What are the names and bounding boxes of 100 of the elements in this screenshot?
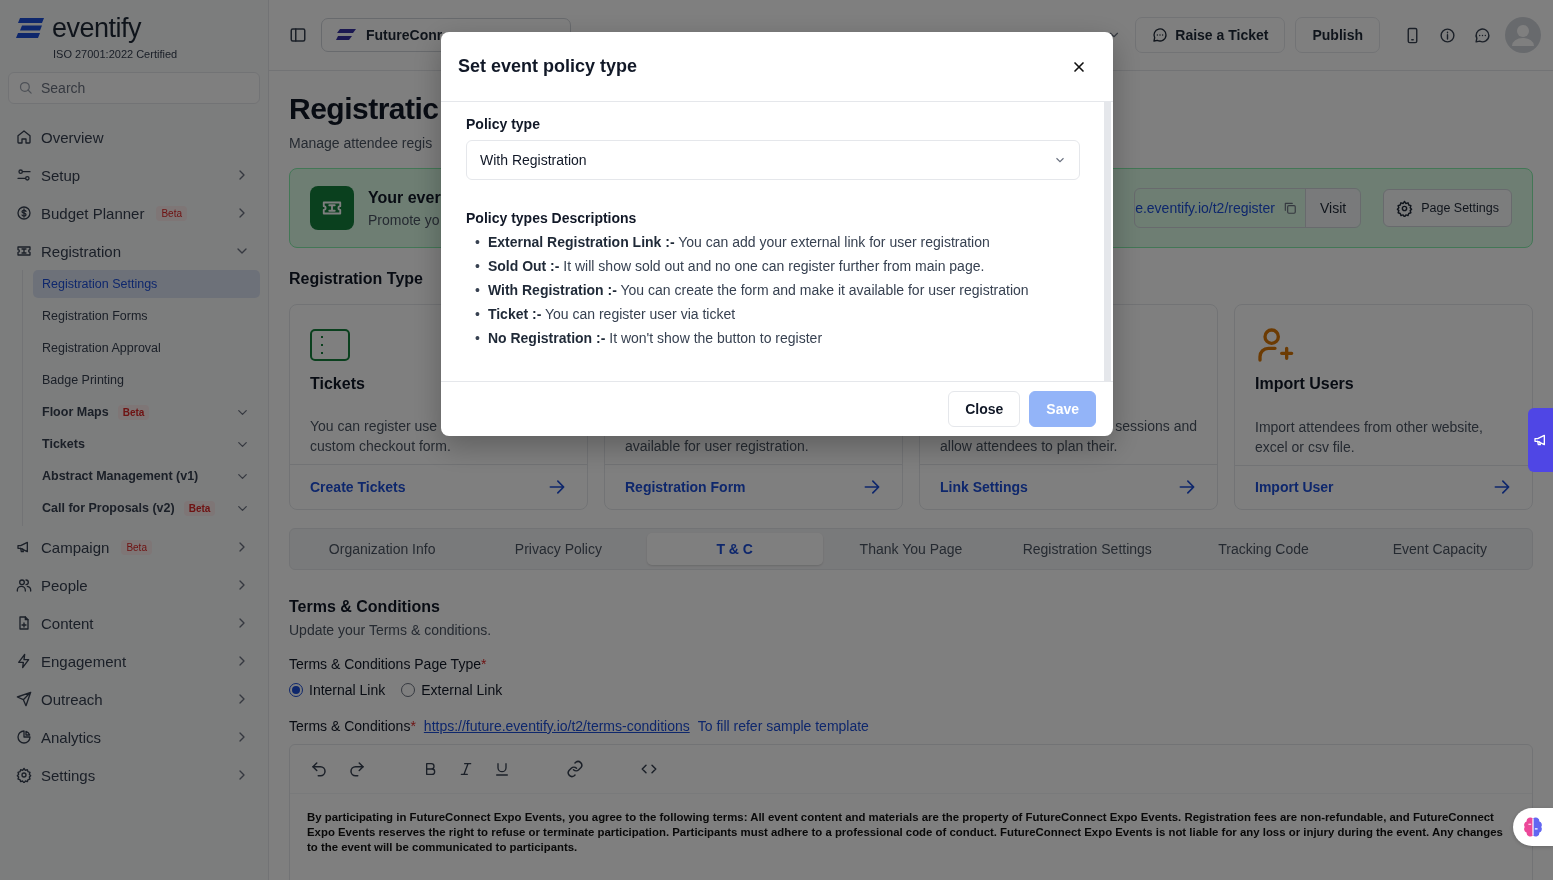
event-logo-icon <box>336 29 356 41</box>
banner-title: Your ever <box>368 188 441 207</box>
copy-icon[interactable] <box>1282 201 1297 215</box>
nav-item[interactable]: Campaign Beta <box>0 528 268 566</box>
nav-subitem[interactable]: Registration Forms <box>33 302 260 330</box>
card-description: Import attendees from other website, <box>1255 417 1484 437</box>
section-subtitle: Update your Terms & conditions. <box>289 622 492 638</box>
file-icon <box>16 615 32 631</box>
bullet-mark: • <box>475 233 480 252</box>
nav-subitem[interactable]: Abstract Management (v1) <box>33 462 260 490</box>
zap-icon <box>16 653 32 669</box>
undo-icon[interactable] <box>310 760 328 778</box>
feedback-tab[interactable] <box>1528 408 1553 472</box>
redo-icon[interactable] <box>348 760 366 778</box>
gear-icon <box>16 767 32 783</box>
pie-icon <box>16 729 32 745</box>
certification-text: ISO 27001:2022 Certified <box>52 47 179 60</box>
beta-badge: Beta <box>117 404 150 420</box>
card-description: allow attendees to plan their. <box>940 437 1119 457</box>
brain-icon[interactable] <box>1522 816 1544 838</box>
nav-item[interactable]: Content <box>0 604 268 642</box>
card-action-link[interactable]: Import User <box>1255 479 1334 496</box>
nav-item[interactable]: People <box>0 566 268 604</box>
settings-tab[interactable]: Tracking Code <box>1175 533 1352 565</box>
underline-icon[interactable] <box>494 761 510 777</box>
visit-button[interactable]: Visit <box>1304 189 1361 227</box>
ticket-icon <box>310 328 350 361</box>
close-button[interactable]: Close <box>948 391 1021 427</box>
bullet-mark: • <box>475 305 480 324</box>
card-description: custom checkout form. <box>310 437 452 457</box>
beta-badge: Beta <box>156 205 187 221</box>
beta-badge: Beta <box>121 539 152 555</box>
radio-label: Internal Link <box>309 682 386 698</box>
publish-button[interactable]: Publish <box>1295 17 1380 53</box>
logo-text: eventify <box>52 14 142 42</box>
bullet-mark: • <box>475 329 480 348</box>
beta-badge: Beta <box>183 500 216 516</box>
nav-item[interactable]: Overview <box>0 118 268 156</box>
nav-subitem[interactable]: Floor Maps Beta <box>33 398 260 426</box>
card-action-link[interactable]: Registration Form <box>625 479 746 496</box>
info-icon[interactable] <box>1439 26 1456 44</box>
card-description: sessions and <box>1115 417 1197 437</box>
field-label: Terms & Conditions Page Type <box>289 656 481 672</box>
card-description: You can register use <box>310 417 439 437</box>
section-title: Registration Type <box>289 270 423 288</box>
settings-tab[interactable]: Privacy Policy <box>470 533 647 565</box>
policy-description: External Registration Link :- You can add your external link for user registration <box>487 233 990 252</box>
terms-url-link[interactable]: https://future.eventify.io/t2/terms-conditions <box>423 718 690 734</box>
card-title: Import Users <box>1255 375 1355 394</box>
policy-type-select[interactable]: With Registration <box>466 140 1080 180</box>
policy-description: Sold Out :- It will show sold out and no one can register further from main page. <box>487 257 985 276</box>
nav-item[interactable]: Registration <box>0 232 268 270</box>
nav-item[interactable]: Setup <box>0 156 268 194</box>
registration-link[interactable]: e.eventify.io/t2/register <box>1135 200 1275 216</box>
field-label: Policy type <box>466 116 541 132</box>
settings-tab[interactable]: Registration Settings <box>999 533 1176 565</box>
page-title: Registratic <box>289 91 439 127</box>
nav-subitem[interactable]: Registration Settings <box>33 270 260 298</box>
field-label: Terms & Conditions <box>289 718 411 734</box>
radio-label: External Link <box>421 682 503 698</box>
required-mark: * <box>410 718 416 734</box>
card-action-link[interactable]: Link Settings <box>940 479 1028 496</box>
nav-subitem[interactable]: Call for Proposals (v2) Beta <box>33 494 260 522</box>
bullet-mark: • <box>475 281 480 300</box>
settings-tab[interactable]: Event Capacity <box>1351 533 1528 565</box>
chat-icon[interactable] <box>1474 26 1491 44</box>
nav-item[interactable]: Engagement <box>0 642 268 680</box>
sliders-icon <box>16 167 32 183</box>
settings-tab[interactable]: Thank You Page <box>822 533 1000 565</box>
card-description: excel or csv file. <box>1255 437 1356 457</box>
settings-tab[interactable]: Organization Info <box>294 533 471 565</box>
page-subtitle: Manage attendee regis <box>289 135 433 151</box>
nav-subitem[interactable]: Tickets <box>33 430 260 458</box>
required-mark: * <box>480 656 487 672</box>
page-settings-button[interactable]: Page Settings <box>1383 189 1512 227</box>
chat-icon <box>1152 27 1169 43</box>
sample-template-link[interactable]: To fill refer sample template <box>697 718 869 734</box>
ticket-icon <box>16 243 32 259</box>
policy-description: No Registration :- It won't show the button to register <box>487 329 823 348</box>
raise-ticket-button[interactable]: Raise a Ticket <box>1135 17 1286 53</box>
card-action-link[interactable]: Create Tickets <box>310 479 406 496</box>
settings-icon <box>1396 199 1414 217</box>
nav-item[interactable]: Settings <box>0 756 268 794</box>
descriptions-title: Policy types Descriptions <box>466 210 638 226</box>
home-icon <box>16 129 32 145</box>
settings-tab[interactable]: T & C <box>646 533 823 565</box>
nav-item[interactable]: Outreach <box>0 680 268 718</box>
scrollbar[interactable] <box>1104 102 1111 381</box>
nav-subitem[interactable]: Badge Printing <box>33 366 260 394</box>
send-icon <box>16 691 32 707</box>
bullet-mark: • <box>475 257 480 276</box>
search-field[interactable]: Search <box>8 72 260 104</box>
nav-subitem[interactable]: Registration Approval <box>33 334 260 362</box>
card-description: available for user registration. <box>625 437 810 457</box>
sidebar-toggle-icon[interactable] <box>289 26 307 44</box>
link-icon[interactable] <box>566 760 584 778</box>
italic-icon[interactable] <box>458 761 474 777</box>
card-title: Tickets <box>310 374 366 394</box>
nav-item[interactable]: Analytics <box>0 718 268 756</box>
nav-item[interactable]: Budget Planner Beta <box>0 194 268 232</box>
